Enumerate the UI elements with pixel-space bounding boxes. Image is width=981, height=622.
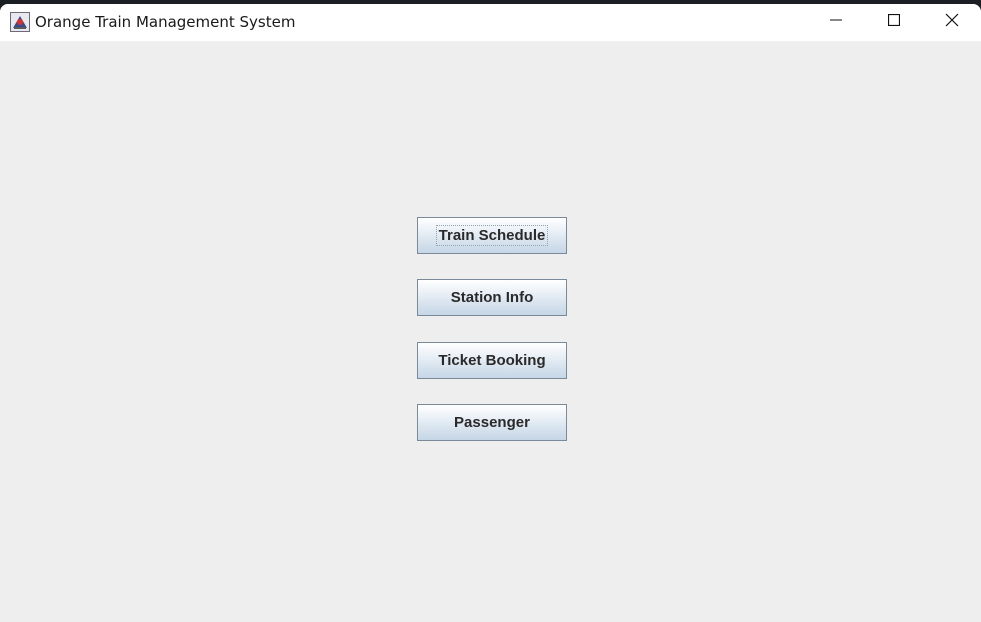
train-schedule-label: Train Schedule <box>435 225 549 246</box>
train-schedule-button[interactable]: Train Schedule <box>417 217 567 254</box>
title-bar[interactable]: Orange Train Management System <box>0 4 981 41</box>
ticket-booking-label: Ticket Booking <box>438 352 546 369</box>
ticket-booking-button[interactable]: Ticket Booking <box>417 342 567 379</box>
close-button[interactable] <box>923 4 981 40</box>
maximize-icon <box>887 13 901 31</box>
main-panel: Train Schedule Station Info Ticket Booki… <box>0 41 981 622</box>
window-title: Orange Train Management System <box>35 13 296 31</box>
minimize-icon <box>830 13 842 31</box>
station-info-button[interactable]: Station Info <box>417 279 567 316</box>
maximize-button[interactable] <box>865 4 923 40</box>
passenger-label: Passenger <box>454 414 530 431</box>
app-window: Orange Train Management System Train Sch… <box>0 4 981 622</box>
minimize-button[interactable] <box>807 4 865 40</box>
java-app-icon[interactable] <box>10 12 30 32</box>
close-icon <box>945 13 959 32</box>
station-info-label: Station Info <box>450 289 534 306</box>
passenger-button[interactable]: Passenger <box>417 404 567 441</box>
